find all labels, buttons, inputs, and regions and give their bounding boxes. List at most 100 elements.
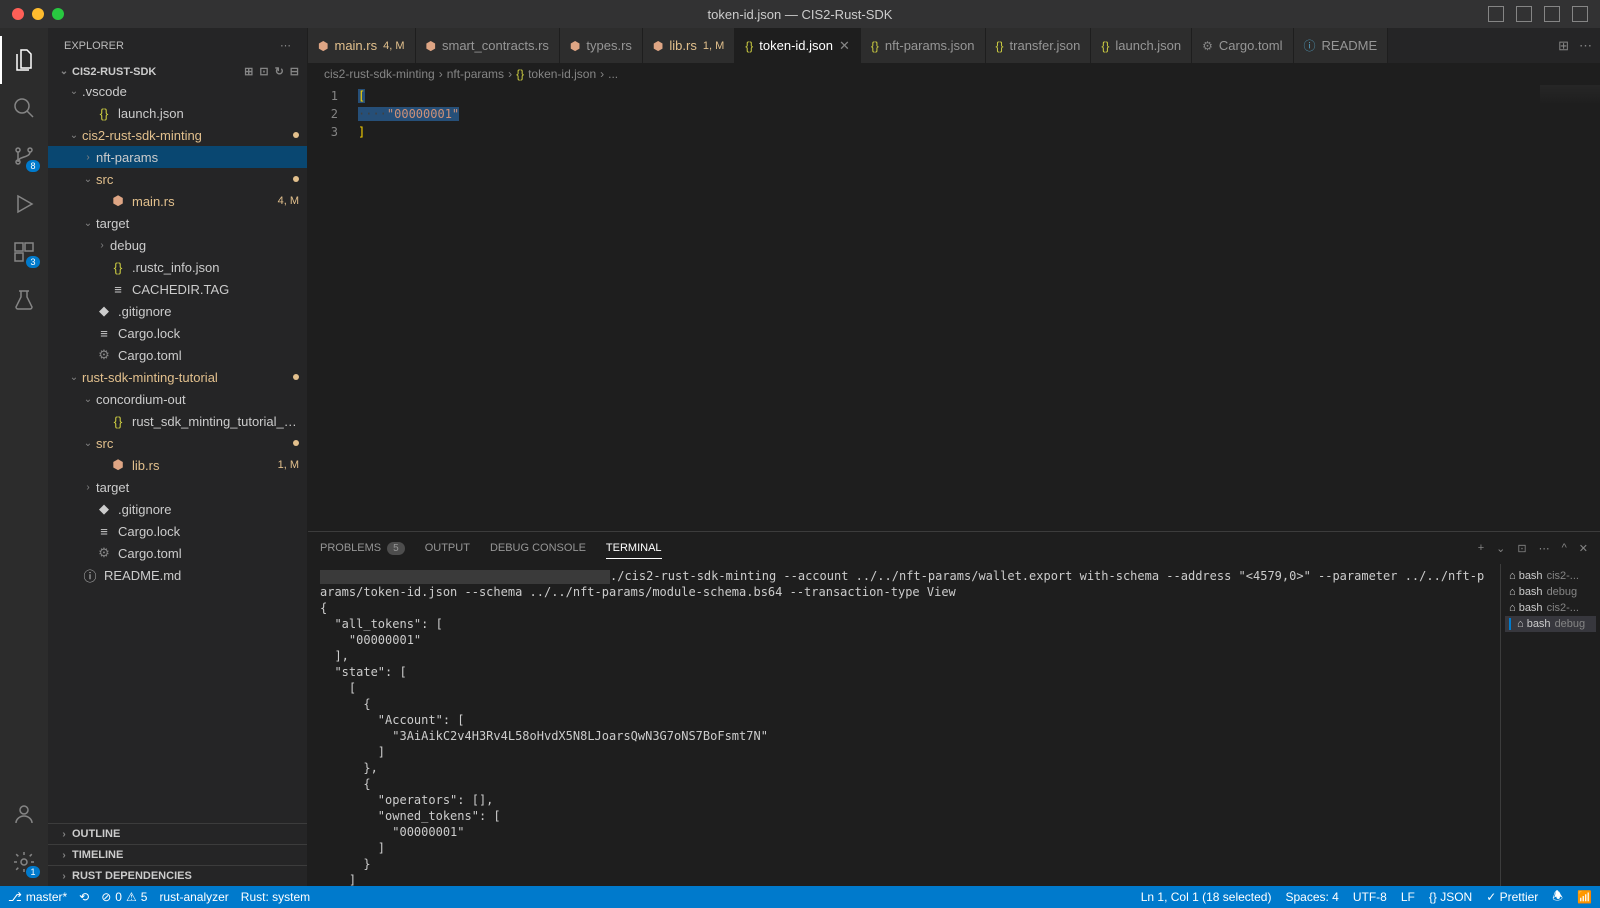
editor-tab[interactable]: {}transfer.json — [986, 28, 1092, 63]
source-control-activity[interactable]: 8 — [0, 132, 48, 180]
encoding-status[interactable]: UTF-8 — [1353, 887, 1387, 908]
split-editor-icon[interactable]: ⊞ — [1558, 38, 1569, 54]
branch-icon: ⎇ — [8, 890, 22, 904]
file-item[interactable]: {}.rustc_info.json — [48, 256, 307, 278]
notifications-icon[interactable]: 📶 — [1577, 887, 1592, 908]
editor-tab[interactable]: ⓘREADME — [1294, 28, 1389, 63]
explorer-activity[interactable] — [0, 36, 48, 84]
folder-item[interactable]: ›debug — [48, 234, 307, 256]
timeline-section[interactable]: › TIMELINE — [48, 844, 307, 865]
panel-tabs: PROBLEMS 5 OUTPUT DEBUG CONSOLE TERMINAL… — [308, 532, 1600, 564]
language-mode-status[interactable]: {} JSON — [1429, 887, 1472, 908]
terminal-list-item[interactable]: ⌂ bash debug — [1505, 584, 1596, 600]
rust-analyzer-status[interactable]: rust-analyzer — [159, 890, 228, 904]
file-item[interactable]: {}rust_sdk_minting_tutorial_schema.json — [48, 410, 307, 432]
file-item[interactable]: ⚙Cargo.toml — [48, 344, 307, 366]
output-tab[interactable]: OUTPUT — [425, 542, 470, 554]
accounts-activity[interactable] — [0, 790, 48, 838]
folder-item[interactable]: ›nft-params — [48, 146, 307, 168]
git-branch-status[interactable]: ⎇ master* — [8, 890, 67, 904]
editor-tab[interactable]: ⬢lib.rs 1, M — [643, 28, 735, 63]
editor-area: ⬢main.rs 4, M⬢smart_contracts.rs⬢types.r… — [308, 28, 1600, 886]
toggle-primary-sidebar-icon[interactable] — [1488, 6, 1504, 22]
file-item[interactable]: ⓘREADME.md — [48, 564, 307, 586]
editor-tab[interactable]: {}token-id.json ✕ — [735, 28, 861, 63]
close-panel-icon[interactable]: ✕ — [1579, 542, 1588, 555]
debug-console-tab[interactable]: DEBUG CONSOLE — [490, 542, 586, 554]
breadcrumb[interactable]: cis2-rust-sdk-minting› nft-params› {}tok… — [308, 63, 1600, 85]
folder-item[interactable]: ⌄src — [48, 432, 307, 454]
settings-activity[interactable]: 1 — [0, 838, 48, 886]
folder-item[interactable]: ›target — [48, 476, 307, 498]
file-item[interactable]: {}launch.json — [48, 102, 307, 124]
extensions-activity[interactable]: 3 — [0, 228, 48, 276]
file-item[interactable]: ◆.gitignore — [48, 300, 307, 322]
editor-tab[interactable]: ⬢smart_contracts.rs — [416, 28, 560, 63]
feedback-icon[interactable]: 🕭 — [1552, 887, 1563, 908]
file-item[interactable]: ≡CACHEDIR.TAG — [48, 278, 307, 300]
new-terminal-icon[interactable]: + — [1478, 542, 1484, 555]
run-debug-activity[interactable] — [0, 180, 48, 228]
folder-item[interactable]: ⌄rust-sdk-minting-tutorial — [48, 366, 307, 388]
rust-toolchain-status[interactable]: Rust: system — [241, 890, 310, 904]
folder-item[interactable]: ⌄cis2-rust-sdk-minting — [48, 124, 307, 146]
terminal-list-item[interactable]: ⌂ bash cis2-... — [1505, 568, 1596, 584]
terminal-list-item[interactable]: ⌂ bash debug — [1505, 616, 1596, 632]
file-item[interactable]: ◆.gitignore — [48, 498, 307, 520]
customize-layout-icon[interactable] — [1572, 6, 1588, 22]
folder-item[interactable]: ⌄src — [48, 168, 307, 190]
outline-section[interactable]: › OUTLINE — [48, 823, 307, 844]
beaker-icon — [12, 288, 36, 312]
minimap[interactable] — [1540, 85, 1600, 105]
new-file-icon[interactable]: ⊞ — [244, 65, 253, 78]
window-title: token-id.json — CIS2-Rust-SDK — [708, 7, 893, 22]
errors-warnings-status[interactable]: ⊘0 ⚠5 — [101, 890, 147, 904]
terminal-dropdown-icon[interactable]: ⌄ — [1496, 542, 1505, 555]
rust-deps-section[interactable]: › RUST DEPENDENCIES — [48, 865, 307, 886]
file-item[interactable]: ≡Cargo.lock — [48, 322, 307, 344]
sync-status[interactable]: ⟲ — [79, 890, 89, 904]
editor-tab[interactable]: {}nft-params.json — [861, 28, 986, 63]
toggle-panel-icon[interactable] — [1516, 6, 1532, 22]
editor-tab[interactable]: {}launch.json — [1091, 28, 1192, 63]
editor-content[interactable]: 123 [ ····"00000001" ] — [308, 85, 1600, 531]
indentation-status[interactable]: Spaces: 4 — [1285, 887, 1338, 908]
kill-terminal-icon[interactable]: ⋯ — [1539, 542, 1550, 555]
terminal-output[interactable]: ./cis2-rust-sdk-minting --account ../../… — [308, 564, 1500, 886]
split-terminal-icon[interactable]: ⊡ — [1517, 542, 1526, 555]
folder-item[interactable]: ⌄.vscode — [48, 80, 307, 102]
minimize-window-button[interactable] — [32, 8, 44, 20]
folder-item[interactable]: ⌄concordium-out — [48, 388, 307, 410]
collapse-icon[interactable]: ⊟ — [290, 65, 299, 78]
new-folder-icon[interactable]: ⊡ — [259, 65, 268, 78]
file-item[interactable]: ⬢lib.rs1, M — [48, 454, 307, 476]
code-area[interactable]: [ ····"00000001" ] — [358, 85, 1600, 531]
file-item[interactable]: ⬢main.rs4, M — [48, 190, 307, 212]
prettier-status[interactable]: ✓ Prettier — [1486, 887, 1538, 908]
editor-tab[interactable]: ⬢types.rs — [560, 28, 643, 63]
eol-status[interactable]: LF — [1401, 887, 1415, 908]
terminal-tab[interactable]: TERMINAL — [606, 542, 662, 559]
problems-tab[interactable]: PROBLEMS 5 — [320, 542, 405, 555]
close-tab-icon[interactable]: ✕ — [839, 38, 850, 54]
close-window-button[interactable] — [12, 8, 24, 20]
play-icon — [12, 192, 36, 216]
toggle-secondary-sidebar-icon[interactable] — [1544, 6, 1560, 22]
terminal-list-item[interactable]: ⌂ bash cis2-... — [1505, 600, 1596, 616]
error-icon: ⊘ — [101, 890, 111, 904]
folder-item[interactable]: ⌄target — [48, 212, 307, 234]
file-item[interactable]: ≡Cargo.lock — [48, 520, 307, 542]
editor-tab[interactable]: ⚙Cargo.toml — [1192, 28, 1293, 63]
maximize-panel-icon[interactable]: ^ — [1562, 542, 1567, 555]
refresh-icon[interactable]: ↻ — [275, 65, 284, 78]
account-icon — [12, 802, 36, 826]
project-header[interactable]: ⌄ CIS2-RUST-SDK ⊞ ⊡ ↻ ⊟ — [48, 63, 307, 80]
more-tab-actions-icon[interactable]: ⋯ — [1579, 38, 1592, 54]
cursor-position-status[interactable]: Ln 1, Col 1 (18 selected) — [1141, 887, 1272, 908]
maximize-window-button[interactable] — [52, 8, 64, 20]
file-item[interactable]: ⚙Cargo.toml — [48, 542, 307, 564]
search-activity[interactable] — [0, 84, 48, 132]
testing-activity[interactable] — [0, 276, 48, 324]
sidebar-more-icon[interactable]: ⋯ — [280, 39, 291, 52]
editor-tab[interactable]: ⬢main.rs 4, M — [308, 28, 416, 63]
